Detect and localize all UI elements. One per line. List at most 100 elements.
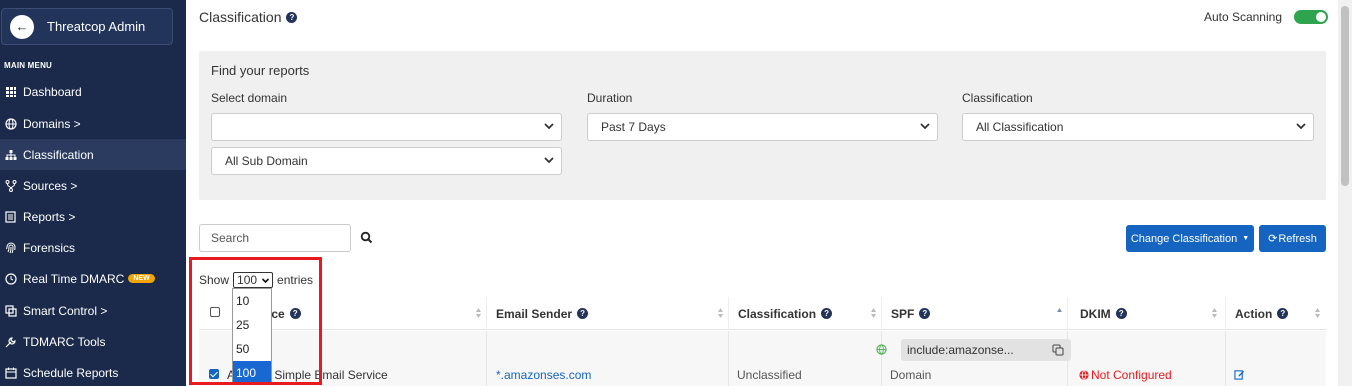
entries-option-selected[interactable]: 100 — [233, 361, 271, 385]
sidebar-item-forensics[interactable]: Forensics — [0, 232, 186, 263]
column-divider — [881, 297, 882, 330]
row-checkbox[interactable] — [209, 369, 219, 379]
column-classification[interactable]: Classification ? — [738, 297, 833, 330]
column-dkim[interactable]: DKIM ? — [1080, 297, 1127, 330]
column-divider — [1067, 297, 1068, 330]
tools-icon — [4, 335, 18, 349]
entries-option[interactable]: 25 — [233, 313, 271, 337]
search-input[interactable] — [199, 224, 351, 252]
sidebar-item-dashboard[interactable]: Dashboard — [0, 76, 186, 107]
help-icon[interactable]: ? — [1115, 308, 1127, 319]
table-header: Source ? Email Sender ? Classification ?… — [199, 297, 1326, 330]
column-action: Action ? — [1235, 297, 1289, 330]
sort-icon[interactable] — [475, 306, 482, 320]
column-divider — [1225, 297, 1226, 330]
select-all-checkbox[interactable] — [210, 307, 220, 317]
calendar-icon — [4, 366, 18, 380]
sidebar: ← Threatcop Admin MAIN MENU Dashboard Do… — [0, 0, 186, 386]
sidebar-item-reports[interactable]: Reports > — [0, 201, 186, 232]
search-icon[interactable] — [360, 231, 373, 244]
filter-title: Find your reports — [211, 63, 310, 78]
entries-length-select[interactable]: 100 — [233, 272, 274, 288]
sort-icon[interactable] — [870, 306, 877, 320]
column-spf[interactable]: SPF ? — [891, 297, 931, 330]
column-divider — [728, 297, 729, 330]
sidebar-item-schedule-reports[interactable]: Schedule Reports — [0, 357, 186, 386]
menu-title: MAIN MENU — [4, 61, 53, 70]
help-icon[interactable]: ? — [919, 308, 931, 319]
refresh-icon: ⟳ — [1268, 233, 1278, 245]
scrollbar[interactable] — [1338, 0, 1352, 386]
page-title: Classification ? — [199, 9, 298, 25]
auto-scanning-toggle[interactable] — [1294, 10, 1328, 24]
column-email-sender[interactable]: Email Sender ? — [496, 297, 589, 330]
table-row: Amazon Simple Email Service *.amazonses.… — [199, 331, 1326, 386]
brand-header[interactable]: ← Threatcop Admin — [1, 8, 173, 45]
refresh-label: Refresh — [1278, 232, 1317, 245]
change-classification-label: Change Classification — [1130, 232, 1238, 245]
sidebar-item-label: Reports > — [23, 209, 76, 224]
refresh-button[interactable]: ⟳ Refresh — [1259, 225, 1326, 252]
sidebar-item-label: Sources > — [23, 178, 78, 193]
copy-icon[interactable] — [1052, 344, 1064, 356]
classification-select[interactable]: All Classification — [962, 113, 1314, 141]
column-classification-label: Classification — [738, 306, 817, 321]
sidebar-item-sources[interactable]: Sources > — [0, 170, 186, 201]
reports-icon — [4, 210, 18, 224]
entries-option[interactable]: 50 — [233, 337, 271, 361]
sidebar-item-smart-control[interactable]: Smart Control > — [0, 295, 186, 326]
domain-select[interactable] — [211, 113, 562, 141]
help-icon[interactable]: ? — [577, 308, 589, 319]
sort-ascending-icon[interactable] — [1056, 306, 1063, 320]
spf-include-text: include:amazonse... — [907, 343, 1014, 357]
sidebar-item-tdmarc-tools[interactable]: TDMARC Tools — [0, 326, 186, 357]
sort-icon[interactable] — [1211, 306, 1218, 320]
caret-down-icon: ▼ — [1242, 235, 1250, 242]
main-content: Classification ? Auto Scanning Find your… — [186, 0, 1338, 386]
dkim-status: Not Configured — [1091, 368, 1172, 382]
duration-label: Duration — [587, 91, 633, 105]
entries-option[interactable]: 10 — [233, 289, 271, 313]
column-divider — [1225, 331, 1226, 386]
sidebar-item-domains[interactable]: Domains > — [0, 108, 186, 139]
chevron-down-icon — [544, 157, 554, 164]
subdomain-select[interactable]: All Sub Domain — [211, 147, 562, 175]
chevron-down-icon — [261, 278, 270, 284]
column-divider — [486, 331, 487, 386]
help-icon[interactable]: ? — [289, 308, 301, 319]
entries-label: entries — [277, 273, 314, 287]
duration-select-value: Past 7 Days — [601, 120, 666, 134]
sidebar-item-label: TDMARC Tools — [23, 334, 106, 349]
entries-length-value: 100 — [237, 273, 258, 287]
scrollbar-thumb[interactable] — [1341, 6, 1349, 186]
sidebar-item-classification[interactable]: Classification — [0, 139, 186, 170]
chevron-down-icon — [544, 123, 554, 130]
classification-select-value: All Classification — [976, 120, 1064, 134]
sort-icon[interactable] — [1314, 306, 1321, 320]
help-icon[interactable]: ? — [821, 308, 833, 319]
brand-name: Threatcop Admin — [47, 19, 146, 34]
globe-icon — [1079, 370, 1089, 380]
column-email-sender-label: Email Sender — [496, 306, 573, 321]
auto-scanning-label: Auto Scanning — [1203, 10, 1282, 24]
edit-icon[interactable] — [1234, 369, 1245, 380]
back-arrow-icon[interactable]: ← — [10, 14, 34, 39]
column-divider — [881, 331, 882, 386]
email-sender-link[interactable]: *.amazonses.com — [496, 368, 591, 382]
column-divider — [728, 331, 729, 386]
sidebar-item-realtime-dmarc[interactable]: Real Time DMARC NEW — [0, 263, 186, 294]
help-icon[interactable]: ? — [286, 11, 298, 23]
auto-scanning: Auto Scanning — [1204, 10, 1328, 24]
help-icon[interactable]: ? — [1277, 308, 1289, 319]
change-classification-button[interactable]: Change Classification ▼ — [1126, 225, 1254, 252]
subdomain-select-value: All Sub Domain — [225, 154, 308, 168]
column-divider — [486, 297, 487, 330]
sidebar-item-label: Domains > — [23, 116, 81, 131]
new-badge: NEW — [128, 274, 155, 283]
sidebar-item-label: Classification — [23, 147, 94, 162]
duration-select[interactable]: Past 7 Days — [587, 113, 938, 141]
grid-icon — [4, 85, 18, 99]
show-label: Show — [199, 273, 230, 287]
sort-icon[interactable] — [717, 306, 724, 320]
show-entries: Show 100 entries — [199, 272, 313, 288]
